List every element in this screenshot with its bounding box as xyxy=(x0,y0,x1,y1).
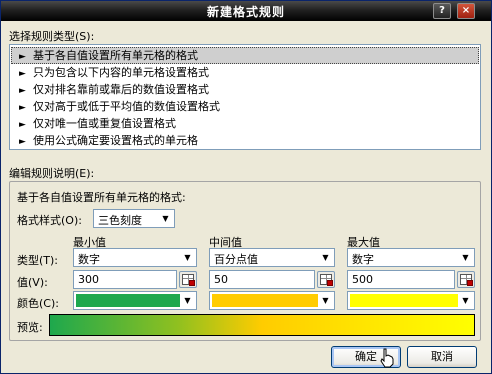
mid-type-value: 百分点值 xyxy=(214,253,258,266)
rule-type-item-label: 只为包含以下内容的单元格设置格式 xyxy=(33,66,209,79)
mid-type-select[interactable]: 百分点值 ▼ xyxy=(209,248,335,267)
min-type-value: 数字 xyxy=(78,253,100,266)
max-value-text: 500 xyxy=(352,273,373,286)
help-button[interactable]: ? xyxy=(433,3,451,19)
title-bar[interactable]: 新建格式规则 ? × xyxy=(1,1,491,21)
new-formatting-rule-dialog: 新建格式规则 ? × 选择规则类型(S): ► 基于各自值设置所有单元格的格式 ►… xyxy=(0,0,492,374)
rule-type-item-label: 仅对排名靠前或靠后的数值设置格式 xyxy=(33,83,209,96)
mid-value-input[interactable]: 50 xyxy=(209,270,315,289)
hand-cursor-icon xyxy=(380,348,394,368)
preview-label: 预览: xyxy=(17,321,43,334)
max-color-swatch xyxy=(350,294,458,307)
type-label: 类型(T): xyxy=(17,254,59,267)
chevron-down-icon: ▼ xyxy=(162,214,169,223)
max-type-value: 数字 xyxy=(352,253,374,266)
chevron-down-icon: ▼ xyxy=(322,296,329,305)
value-label: 值(V): xyxy=(17,276,48,289)
rule-type-list[interactable]: ► 基于各自值设置所有单元格的格式 ► 只为包含以下内容的单元格设置格式 ► 仅对排名… xyxy=(9,44,481,150)
format-style-select[interactable]: 三色刻度 ▼ xyxy=(93,209,175,228)
min-value-text: 300 xyxy=(78,273,99,286)
format-style-label: 格式样式(O): xyxy=(17,214,82,227)
chevron-down-icon: ▼ xyxy=(184,296,191,305)
max-type-select[interactable]: 数字 ▼ xyxy=(347,248,475,267)
mid-value-text: 50 xyxy=(214,273,228,286)
rule-type-item-label: 基于各自值设置所有单元格的格式 xyxy=(33,49,198,62)
chevron-down-icon: ▼ xyxy=(462,253,469,262)
rule-type-label: 选择规则类型(S): xyxy=(9,30,95,43)
rule-type-item[interactable]: ► 只为包含以下内容的单元格设置格式 xyxy=(11,64,479,81)
max-value-input[interactable]: 500 xyxy=(347,270,455,289)
min-color-select[interactable]: ▼ xyxy=(73,291,197,310)
rule-type-item-label: 使用公式确定要设置格式的单元格 xyxy=(33,134,198,147)
color-scale-preview xyxy=(49,314,475,336)
format-style-value: 三色刻度 xyxy=(98,214,142,227)
rule-type-item[interactable]: ► 使用公式确定要设置格式的单元格 xyxy=(11,132,479,149)
chevron-down-icon: ▼ xyxy=(462,296,469,305)
rule-type-item[interactable]: ► 仅对高于或低于平均值的数值设置格式 xyxy=(11,98,479,115)
close-button[interactable]: × xyxy=(457,3,475,19)
cancel-button[interactable]: 取消 xyxy=(407,346,477,368)
arrow-right-icon: ► xyxy=(19,137,26,147)
chevron-down-icon: ▼ xyxy=(184,253,191,262)
mid-color-swatch xyxy=(212,294,318,307)
chevron-down-icon: ▼ xyxy=(322,253,329,262)
rule-type-item[interactable]: ► 基于各自值设置所有单元格的格式 xyxy=(11,47,479,64)
min-value-input[interactable]: 300 xyxy=(73,270,177,289)
rule-type-item[interactable]: ► 仅对排名靠前或靠后的数值设置格式 xyxy=(11,81,479,98)
rule-type-item[interactable]: ► 仅对唯一值或重复值设置格式 xyxy=(11,115,479,132)
rule-type-item-label: 仅对唯一值或重复值设置格式 xyxy=(33,117,176,130)
max-range-picker-button[interactable] xyxy=(457,271,475,288)
min-range-picker-button[interactable] xyxy=(179,271,197,288)
max-color-select[interactable]: ▼ xyxy=(347,291,475,310)
rule-heading: 基于各自值设置所有单元格的格式: xyxy=(17,191,186,204)
min-color-swatch xyxy=(76,294,180,307)
min-type-select[interactable]: 数字 ▼ xyxy=(73,248,197,267)
rule-type-item-label: 仅对高于或低于平均值的数值设置格式 xyxy=(33,100,220,113)
color-label: 颜色(C): xyxy=(17,297,59,310)
edit-rule-label: 编辑规则说明(E): xyxy=(9,167,95,180)
mid-range-picker-button[interactable] xyxy=(317,271,335,288)
dialog-title: 新建格式规则 xyxy=(206,5,285,19)
mid-color-select[interactable]: ▼ xyxy=(209,291,335,310)
